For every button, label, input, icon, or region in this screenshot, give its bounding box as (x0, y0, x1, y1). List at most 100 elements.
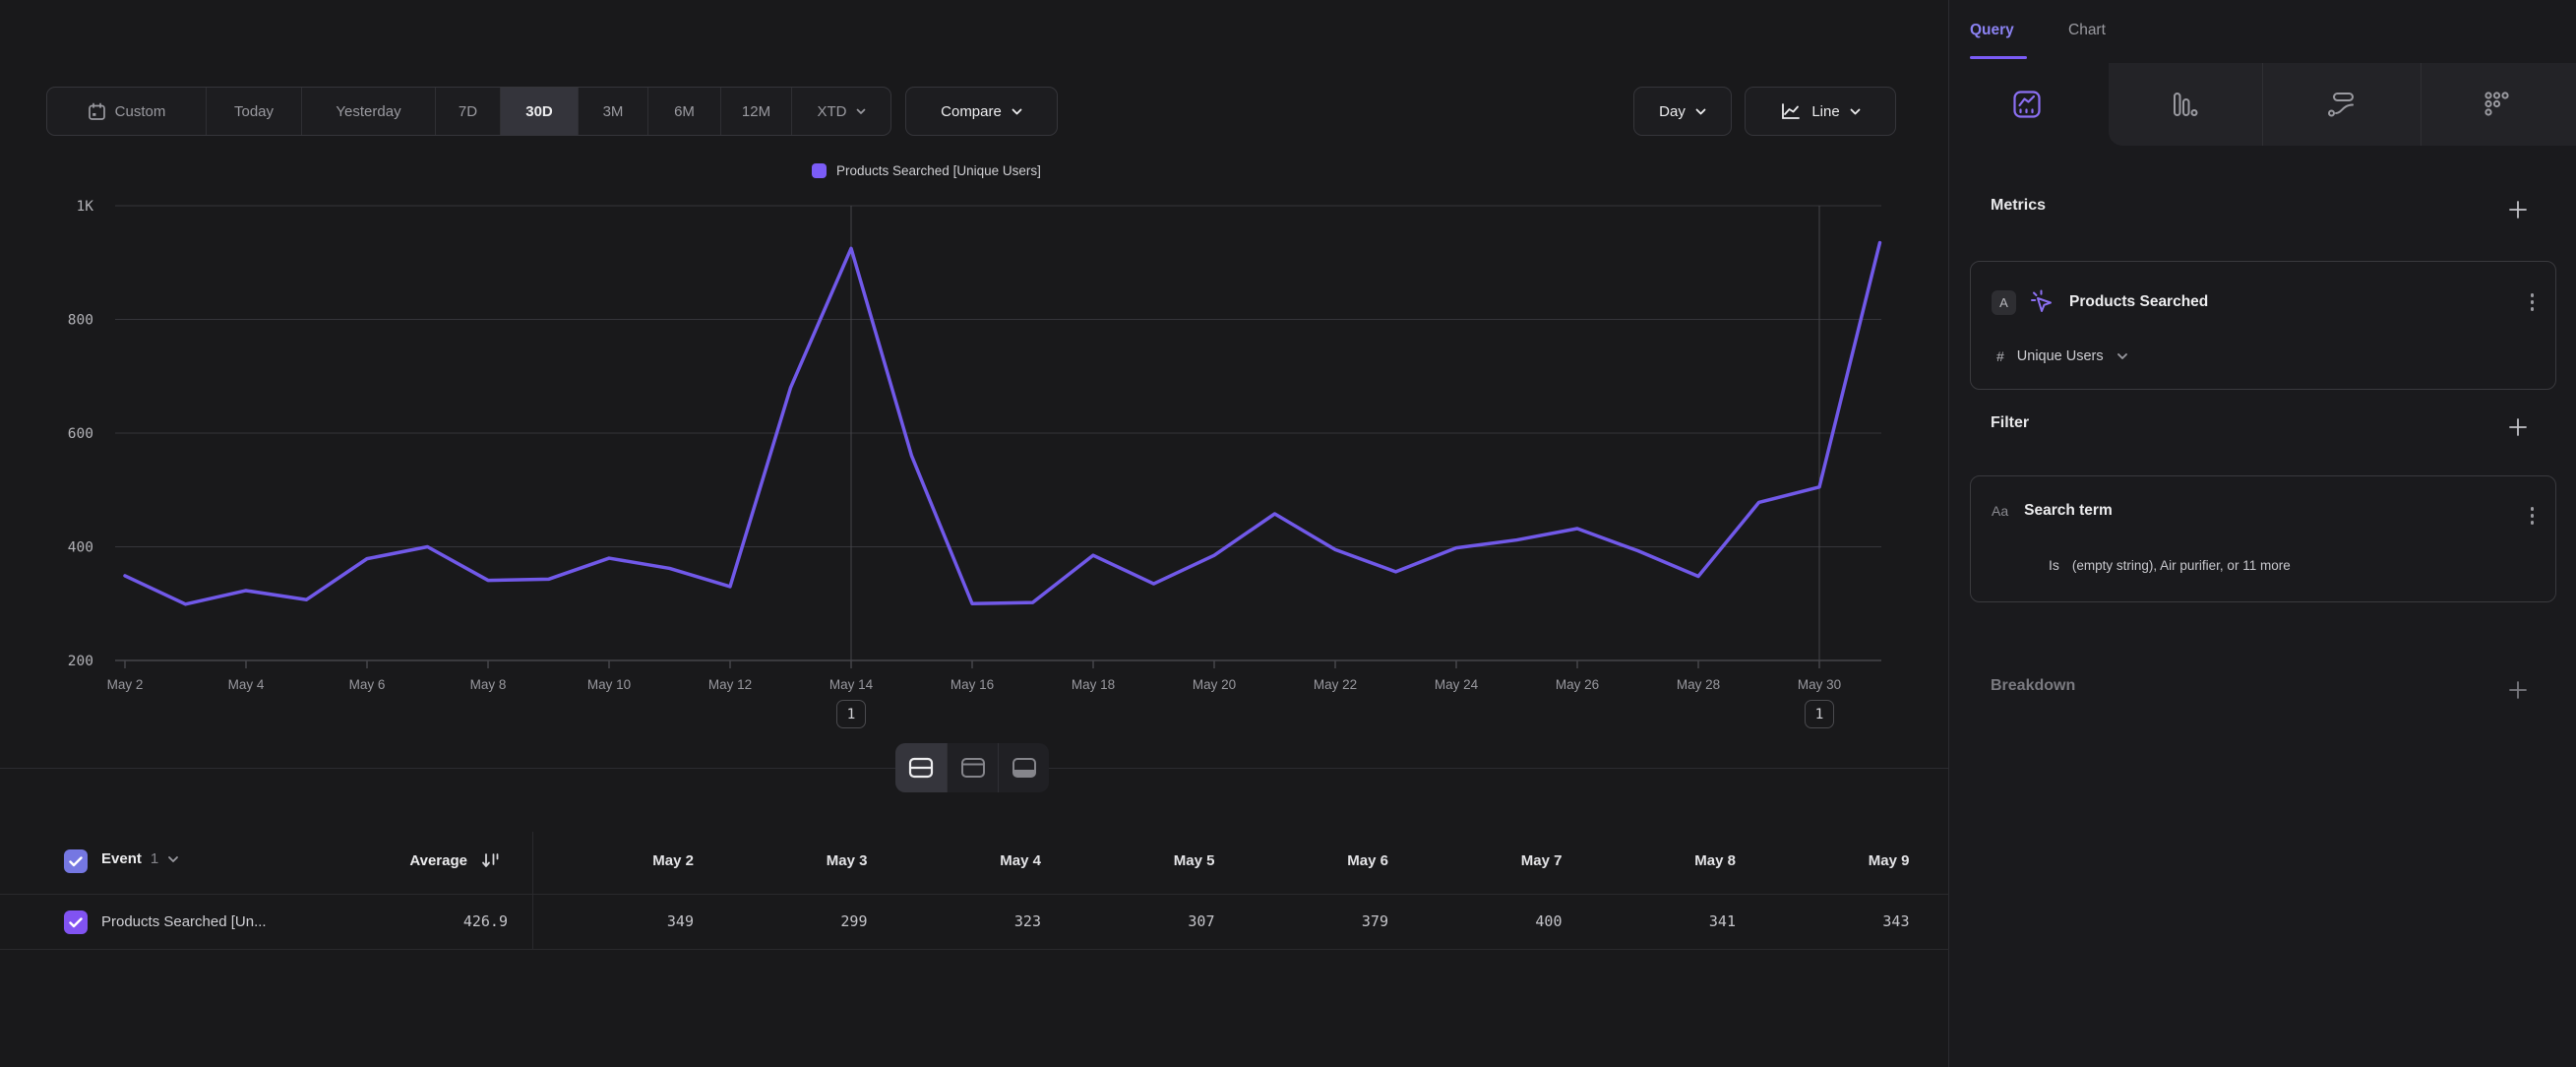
table-cell-value: 379 (1241, 912, 1388, 930)
date-range-label: 12M (742, 103, 770, 120)
query-panel: Query Chart (1949, 0, 2576, 1067)
date-column-header[interactable]: May 8 (1588, 852, 1736, 869)
date-range-custom[interactable]: Custom (47, 88, 206, 135)
svg-text:400: 400 (68, 540, 93, 556)
date-range-6m[interactable]: 6M (647, 88, 720, 135)
filter-heading: Filter (1991, 414, 2029, 432)
layout-split-button[interactable] (895, 743, 947, 792)
table-cell-value: 323 (893, 912, 1041, 930)
add-filter-button[interactable] (2506, 415, 2530, 439)
date-range-12m[interactable]: 12M (720, 88, 791, 135)
svg-text:May 22: May 22 (1314, 677, 1357, 692)
filter-card[interactable]: Aa Search term Is (empty string), Air pu… (1970, 475, 2556, 602)
filter-condition[interactable]: Is (empty string), Air purifier, or 11 m… (2049, 557, 2291, 573)
svg-text:May 16: May 16 (951, 677, 994, 692)
plus-icon (2507, 416, 2529, 438)
add-metric-button[interactable] (2506, 198, 2530, 221)
filter-property-name: Search term (2024, 502, 2113, 520)
date-range-30d[interactable]: 30D (500, 88, 578, 135)
annotation-badge[interactable]: 1 (1805, 700, 1834, 728)
table-cell-value: 341 (1588, 912, 1736, 930)
date-range-7d[interactable]: 7D (435, 88, 500, 135)
layout-table-only-button[interactable] (998, 743, 1049, 792)
date-column-header[interactable]: May 7 (1415, 852, 1563, 869)
add-breakdown-button[interactable] (2506, 678, 2530, 702)
date-column-header[interactable]: May 2 (546, 852, 694, 869)
date-range-yesterday[interactable]: Yesterday (301, 88, 435, 135)
filter-kebab-menu[interactable] (2531, 507, 2535, 525)
bar-chart-tab-icon (2171, 91, 2198, 118)
svg-text:May 30: May 30 (1798, 677, 1841, 692)
date-range-label: 6M (674, 103, 695, 120)
chart-type-tab-line[interactable] (1968, 63, 2086, 146)
table-cell-value: 400 (1415, 912, 1563, 930)
svg-text:1K: 1K (77, 199, 94, 215)
split-view-icon (908, 757, 934, 779)
chevron-down-icon (2116, 352, 2128, 360)
layout-chart-only-button[interactable] (947, 743, 998, 792)
active-tab-underline (1970, 56, 2027, 59)
event-cursor-icon (2029, 288, 2056, 316)
chart-type-tab-bar[interactable] (2125, 63, 2243, 146)
measure-label: Unique Users (2017, 348, 2104, 364)
layout-toggle-group (895, 743, 1049, 792)
table-cell-value: 349 (546, 912, 694, 930)
line-chart[interactable]: 1K800600400200May 2May 4May 6May 8May 10… (0, 192, 1948, 743)
chevron-down-icon (1850, 108, 1861, 115)
annotation-badge[interactable]: 1 (836, 700, 866, 728)
select-all-checkbox[interactable] (64, 849, 88, 873)
event-header-group[interactable]: Event 1 (101, 850, 179, 867)
series-legend-label: Products Searched [Unique Users] (836, 163, 1041, 178)
chart-type-tab-funnel[interactable] (2438, 63, 2556, 146)
row-checkbox[interactable] (64, 910, 88, 934)
chart-type-button[interactable]: Line (1745, 87, 1896, 136)
event-header-label: Event (101, 850, 142, 867)
sort-icon[interactable] (481, 851, 501, 869)
series-color-swatch (812, 163, 827, 178)
top-panel-icon (960, 757, 986, 779)
line-chart-tab-icon (2012, 90, 2042, 119)
date-range-3m[interactable]: 3M (578, 88, 647, 135)
chart-type-tab-flow[interactable] (2282, 63, 2400, 146)
measure-selector[interactable]: # Unique Users (1996, 348, 2128, 364)
table-row-divider (0, 949, 1949, 950)
tab-query[interactable]: Query (1970, 22, 2014, 39)
date-column-header[interactable]: May 9 (1762, 852, 1910, 869)
date-range-label: Yesterday (336, 103, 400, 120)
average-column-header[interactable]: Average (325, 852, 467, 869)
svg-text:200: 200 (68, 654, 93, 669)
date-range-today[interactable]: Today (206, 88, 301, 135)
table-header-divider (0, 894, 1949, 895)
table-cell-value: 299 (720, 912, 868, 930)
calendar-icon (88, 102, 106, 121)
event-count: 1 (151, 850, 158, 867)
metric-kebab-menu[interactable] (2531, 293, 2535, 311)
granularity-label: Day (1659, 103, 1686, 120)
check-icon (69, 856, 83, 867)
date-range-label: 3M (603, 103, 624, 120)
date-column-header[interactable]: May 3 (720, 852, 868, 869)
check-icon (69, 917, 83, 928)
svg-text:May 10: May 10 (587, 677, 631, 692)
date-range-label: Custom (115, 103, 166, 120)
string-type-icon: Aa (1992, 503, 2008, 519)
plus-icon (2507, 679, 2529, 701)
date-range-xtd[interactable]: XTD (791, 88, 890, 135)
chevron-down-icon (856, 108, 866, 115)
hash-icon: # (1996, 348, 2004, 364)
table-cell-value: 343 (1762, 912, 1910, 930)
table-column-divider (532, 832, 533, 949)
tab-chart[interactable]: Chart (2068, 22, 2106, 39)
svg-text:May 2: May 2 (107, 677, 144, 692)
date-column-header[interactable]: May 4 (893, 852, 1041, 869)
date-column-header[interactable]: May 5 (1068, 852, 1215, 869)
compare-button[interactable]: Compare (905, 87, 1058, 136)
chevron-down-icon (1695, 108, 1706, 115)
date-column-header[interactable]: May 6 (1241, 852, 1388, 869)
metrics-heading: Metrics (1991, 197, 2046, 215)
compare-label: Compare (941, 103, 1002, 120)
filter-operator: Is (2049, 557, 2059, 573)
funnel-dots-tab-icon (2484, 91, 2511, 118)
granularity-button[interactable]: Day (1633, 87, 1732, 136)
metric-card[interactable]: A Products Searched # Unique Users (1970, 261, 2556, 390)
